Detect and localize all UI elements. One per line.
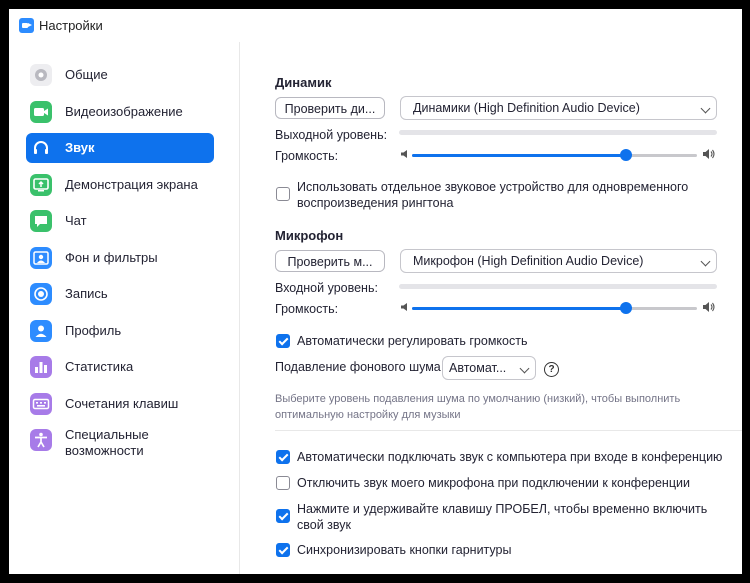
zoom-video-icon (19, 18, 34, 33)
sidebar-item-label: Видеоизображение (65, 104, 183, 119)
microphone-volume-thumb[interactable] (619, 302, 632, 314)
volume-high-icon (703, 149, 715, 159)
speaker-volume-slider[interactable] (412, 149, 697, 161)
sidebar-item-label: Общие (65, 67, 108, 82)
background-person-icon (30, 247, 52, 269)
sidebar-item-label: Статистика (65, 359, 134, 374)
speaker-device-value: Динамики (High Definition Audio Device) (413, 101, 640, 115)
speaker-device-select[interactable]: Динамики (High Definition Audio Device) (400, 96, 717, 120)
sidebar-item-video[interactable]: Видеоизображение (26, 97, 214, 127)
push-to-talk-checkbox[interactable] (276, 509, 290, 523)
sidebar-item-statistics[interactable]: Статистика (26, 352, 214, 382)
title-bar: Настройки (9, 9, 742, 42)
sidebar-item-shortcuts[interactable]: Сочетания клавиш (26, 389, 214, 419)
sidebar-item-profile[interactable]: Профиль (26, 316, 214, 346)
noise-suppression-hint: Выберите уровень подавления шума по умол… (275, 393, 681, 421)
volume-high-icon (703, 302, 715, 312)
noise-suppression-label: Подавление фонового шума (275, 360, 441, 374)
microphone-device-select[interactable]: Микрофон (High Definition Audio Device) (400, 249, 717, 273)
microphone-volume-fill (412, 307, 626, 310)
auto-join-audio-checkbox[interactable] (276, 450, 290, 464)
chevron-down-icon (519, 363, 530, 374)
noise-suppression-select[interactable]: Автомат... (442, 356, 536, 380)
help-icon[interactable]: ? (544, 362, 559, 377)
headphones-icon (30, 137, 52, 159)
sidebar-item-label: Профиль (65, 323, 122, 338)
sidebar-item-label: Фон и фильтры (65, 250, 158, 265)
test-microphone-button[interactable]: Проверить м... (275, 250, 385, 272)
push-to-talk-label: Нажмите и удерживайте клавишу ПРОБЕЛ, чт… (297, 502, 708, 532)
video-camera-icon (30, 101, 52, 123)
audio-settings-panel: Динамик Проверить ди... Динамики (High D… (240, 42, 742, 574)
share-screen-icon (30, 174, 52, 196)
test-speaker-button[interactable]: Проверить ди... (275, 97, 385, 119)
profile-icon (30, 320, 52, 342)
speaker-volume-fill (412, 154, 626, 157)
sidebar-item-label: Запись (65, 286, 108, 301)
mute-mic-on-join-label: Отключить звук моего микрофона при подкл… (297, 476, 690, 490)
statistics-bars-icon (30, 356, 52, 378)
gear-icon (30, 64, 52, 86)
settings-window: Настройки Общие Видеоизображение Звук Де… (9, 9, 742, 574)
input-level-meter (399, 284, 717, 289)
speaker-volume-thumb[interactable] (619, 149, 632, 161)
accessibility-icon (30, 429, 52, 451)
chat-bubble-icon (30, 210, 52, 232)
microphone-device-value: Микрофон (High Definition Audio Device) (413, 254, 644, 268)
noise-suppression-value: Автомат... (449, 361, 507, 375)
mute-mic-on-join-checkbox[interactable] (276, 476, 290, 490)
output-level-label: Выходной уровень: (275, 128, 388, 142)
microphone-volume-label: Громкость: (275, 302, 339, 316)
separate-ringtone-device-checkbox[interactable] (276, 187, 290, 201)
sidebar-item-accessibility[interactable]: Специальные возможности (26, 425, 214, 461)
microphone-section-title: Микрофон (275, 228, 344, 243)
section-divider (275, 430, 742, 431)
sidebar-item-background[interactable]: Фон и фильтры (26, 243, 214, 273)
volume-low-icon (401, 303, 407, 311)
input-level-label: Входной уровень: (275, 281, 378, 295)
separate-ringtone-device-label: Использовать отдельное звуковое устройст… (297, 180, 689, 210)
auto-adjust-volume-checkbox[interactable] (276, 334, 290, 348)
sidebar-item-share-screen[interactable]: Демонстрация экрана (26, 170, 214, 200)
auto-join-audio-label: Автоматически подключать звук с компьюте… (297, 450, 723, 464)
sidebar: Общие Видеоизображение Звук Демонстрация… (9, 42, 240, 574)
sidebar-item-general[interactable]: Общие (26, 60, 214, 90)
sidebar-item-chat[interactable]: Чат (26, 206, 214, 236)
window-title: Настройки (39, 18, 103, 33)
output-level-meter (399, 130, 717, 135)
sidebar-item-recording[interactable]: Запись (26, 279, 214, 309)
speaker-volume-label: Громкость: (275, 149, 339, 163)
chevron-down-icon (700, 256, 711, 267)
sidebar-item-label: Сочетания клавиш (65, 396, 179, 411)
chevron-down-icon (700, 103, 711, 114)
sidebar-item-label: Демонстрация экрана (65, 177, 198, 192)
microphone-volume-slider[interactable] (412, 302, 697, 314)
sync-headset-buttons-checkbox[interactable] (276, 543, 290, 557)
sidebar-item-label: Чат (65, 213, 87, 228)
auto-adjust-volume-label: Автоматически регулировать громкость (297, 334, 528, 348)
keyboard-icon (30, 393, 52, 415)
sidebar-item-label: Специальные возможности (65, 427, 149, 458)
sidebar-item-label: Звук (65, 140, 95, 155)
volume-low-icon (401, 150, 407, 158)
sync-headset-buttons-label: Синхронизировать кнопки гарнитуры (297, 543, 512, 557)
speaker-section-title: Динамик (275, 75, 332, 90)
record-icon (30, 283, 52, 305)
sidebar-item-audio[interactable]: Звук (26, 133, 214, 163)
